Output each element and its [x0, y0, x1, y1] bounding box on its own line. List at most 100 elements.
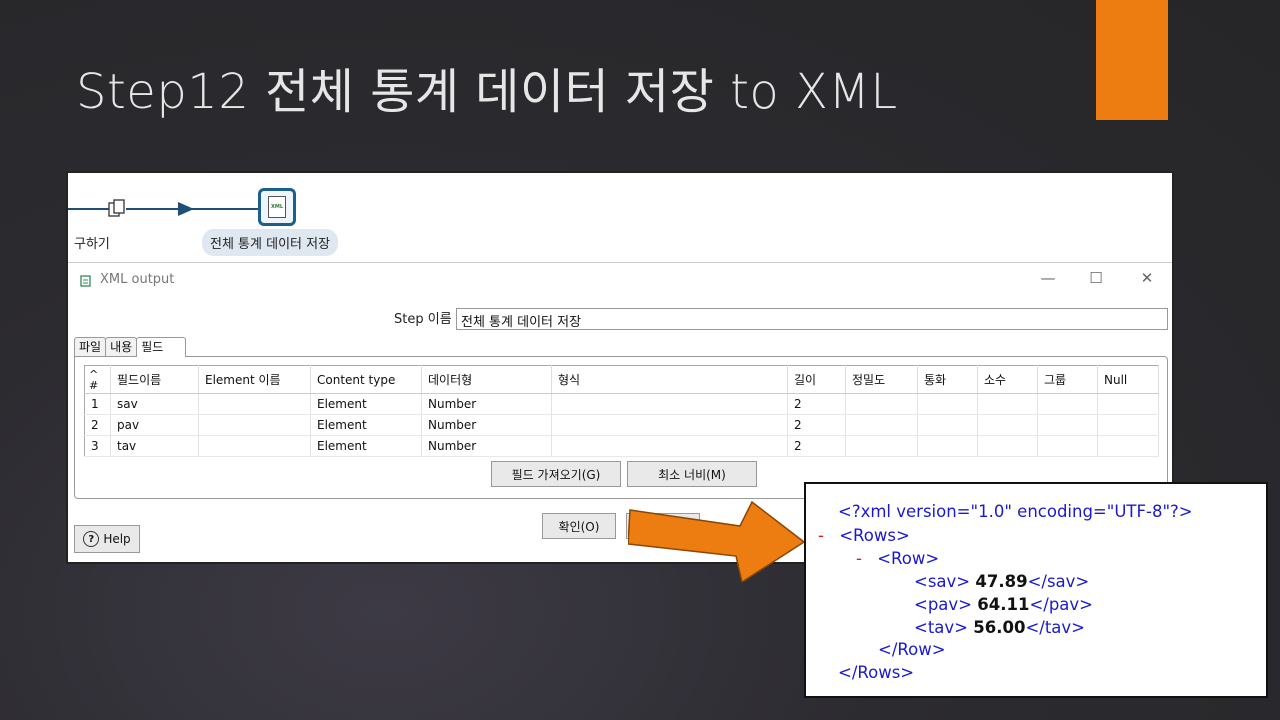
- xml-row-open-line: - <Row>: [856, 549, 939, 568]
- cell-data-type[interactable]: Number: [421, 414, 552, 436]
- row-number: 3: [84, 435, 111, 457]
- cell-field-name[interactable]: pav: [110, 414, 199, 436]
- column-header[interactable]: 데이터형: [421, 365, 552, 394]
- min-width-button[interactable]: 최소 너비(M): [627, 461, 757, 487]
- cell-precision[interactable]: [845, 393, 918, 415]
- table-row[interactable]: 3 tav Element Number 2: [84, 435, 1159, 457]
- table-row[interactable]: 2 pav Element Number 2: [84, 414, 1159, 436]
- xml-row-open-tag: <Row>: [877, 549, 940, 568]
- xml-field-line: <pav> 64.11</pav>: [914, 595, 1093, 614]
- step-name-input[interactable]: 전체 통계 데이터 저장: [456, 308, 1168, 330]
- cell-element-name[interactable]: [198, 414, 311, 436]
- xml-rows-close-tag: </Rows>: [838, 663, 915, 682]
- collapse-marker-icon[interactable]: -: [818, 526, 824, 545]
- row-number: 1: [84, 393, 111, 415]
- cell-length[interactable]: 2: [787, 393, 846, 415]
- tab-file[interactable]: 파일: [74, 337, 107, 357]
- cell-group[interactable]: [1037, 393, 1098, 415]
- xml-field-open-tag: <sav>: [914, 572, 971, 591]
- minimize-button[interactable]: —: [1038, 269, 1058, 287]
- xml-field-close-tag: </pav>: [1029, 595, 1094, 614]
- xml-declaration: <?xml version="1.0" encoding="UTF-8"?>: [838, 502, 1193, 521]
- column-header[interactable]: Null: [1097, 365, 1159, 394]
- cell-currency[interactable]: [917, 414, 978, 436]
- xml-field-value: 47.89: [975, 572, 1028, 591]
- cell-decimal[interactable]: [977, 435, 1038, 457]
- fields-tab-body: ^ # 필드이름 Element 이름 Content type 데이터형 형식 …: [74, 356, 1168, 499]
- help-label: Help: [103, 532, 131, 546]
- tab-area: 파일 내용 필드 ^ # 필드이름 Element 이름 Content typ…: [74, 337, 1168, 499]
- cell-currency[interactable]: [917, 435, 978, 457]
- cell-currency[interactable]: [917, 393, 978, 415]
- cell-field-name[interactable]: tav: [110, 435, 199, 457]
- column-header[interactable]: 정밀도: [845, 365, 918, 394]
- tab-strip: 파일 내용 필드: [74, 337, 187, 357]
- cell-format[interactable]: [551, 393, 788, 415]
- collapse-marker-icon[interactable]: -: [856, 549, 862, 568]
- help-icon: ?: [83, 531, 100, 547]
- column-header[interactable]: Element 이름: [198, 365, 311, 394]
- xml-rows-open-line: - <Rows>: [818, 526, 910, 545]
- xml-preview-box: <?xml version="1.0" encoding="UTF-8"?> -…: [804, 482, 1268, 698]
- xml-doc-icon: XML: [268, 196, 286, 218]
- tab-fields[interactable]: 필드: [136, 337, 187, 357]
- xml-field-open-tag: <pav>: [914, 595, 972, 614]
- column-header[interactable]: 그룹: [1037, 365, 1098, 394]
- cell-precision[interactable]: [845, 414, 918, 436]
- xml-field-line: <sav> 47.89</sav>: [914, 572, 1089, 591]
- cell-content-type[interactable]: Element: [310, 393, 422, 415]
- column-header[interactable]: Content type: [310, 365, 422, 394]
- xml-output-step-icon[interactable]: XML: [258, 188, 296, 226]
- ok-button[interactable]: 확인(O): [542, 513, 616, 539]
- cell-element-name[interactable]: [198, 393, 311, 415]
- cell-group[interactable]: [1037, 414, 1098, 436]
- cell-null[interactable]: [1097, 414, 1159, 436]
- cell-content-type[interactable]: Element: [310, 435, 422, 457]
- row-number-header[interactable]: ^ #: [84, 365, 111, 394]
- callout-arrow-icon: [628, 500, 804, 582]
- close-button[interactable]: ✕: [1137, 269, 1157, 287]
- prev-step-label: 구하기: [74, 237, 110, 252]
- tab-content[interactable]: 내용: [105, 337, 138, 357]
- xml-row-close-tag: </Row>: [878, 640, 946, 659]
- xml-output-icon: [80, 275, 91, 287]
- get-fields-button[interactable]: 필드 가져오기(G): [491, 461, 621, 487]
- xml-field-close-tag: </tav>: [1025, 618, 1086, 637]
- row-number: 2: [84, 414, 111, 436]
- column-header[interactable]: 통화: [917, 365, 978, 394]
- slide-title: Step12 전체 통계 데이터 저장 to XML: [76, 64, 898, 120]
- column-header[interactable]: 길이: [787, 365, 846, 394]
- xml-field-open-tag: <tav>: [914, 618, 968, 637]
- cell-element-name[interactable]: [198, 435, 311, 457]
- accent-decoration: [1096, 0, 1168, 120]
- xml-step-label[interactable]: 전체 통계 데이터 저장: [202, 229, 339, 256]
- maximize-button[interactable]: ☐: [1086, 269, 1106, 287]
- cell-null[interactable]: [1097, 393, 1159, 415]
- cell-data-type[interactable]: Number: [421, 393, 552, 415]
- xml-rows-open-tag: <Rows>: [839, 526, 910, 545]
- transformation-canvas: XML 구하기 전체 통계 데이터 저장: [68, 173, 1172, 262]
- xml-field-close-tag: </sav>: [1027, 572, 1090, 591]
- xml-field-value: 56.00: [973, 618, 1026, 637]
- cell-decimal[interactable]: [977, 393, 1038, 415]
- cell-length[interactable]: 2: [787, 414, 846, 436]
- cell-format[interactable]: [551, 435, 788, 457]
- cell-field-name[interactable]: sav: [110, 393, 199, 415]
- cell-length[interactable]: 2: [787, 435, 846, 457]
- table-header-row: ^ # 필드이름 Element 이름 Content type 데이터형 형식 …: [84, 365, 1159, 394]
- help-button[interactable]: ? Help: [74, 525, 140, 553]
- step-copy-icon[interactable]: [108, 199, 126, 219]
- cell-group[interactable]: [1037, 435, 1098, 457]
- cell-format[interactable]: [551, 414, 788, 436]
- table-row[interactable]: 1 sav Element Number 2: [84, 393, 1159, 415]
- cell-decimal[interactable]: [977, 414, 1038, 436]
- cell-null[interactable]: [1097, 435, 1159, 457]
- column-header[interactable]: 소수: [977, 365, 1038, 394]
- cell-data-type[interactable]: Number: [421, 435, 552, 457]
- fields-table: ^ # 필드이름 Element 이름 Content type 데이터형 형식 …: [84, 365, 1159, 457]
- column-header[interactable]: 형식: [551, 365, 788, 394]
- xml-field-line: <tav> 56.00</tav>: [914, 618, 1085, 637]
- column-header[interactable]: 필드이름: [110, 365, 199, 394]
- cell-content-type[interactable]: Element: [310, 414, 422, 436]
- cell-precision[interactable]: [845, 435, 918, 457]
